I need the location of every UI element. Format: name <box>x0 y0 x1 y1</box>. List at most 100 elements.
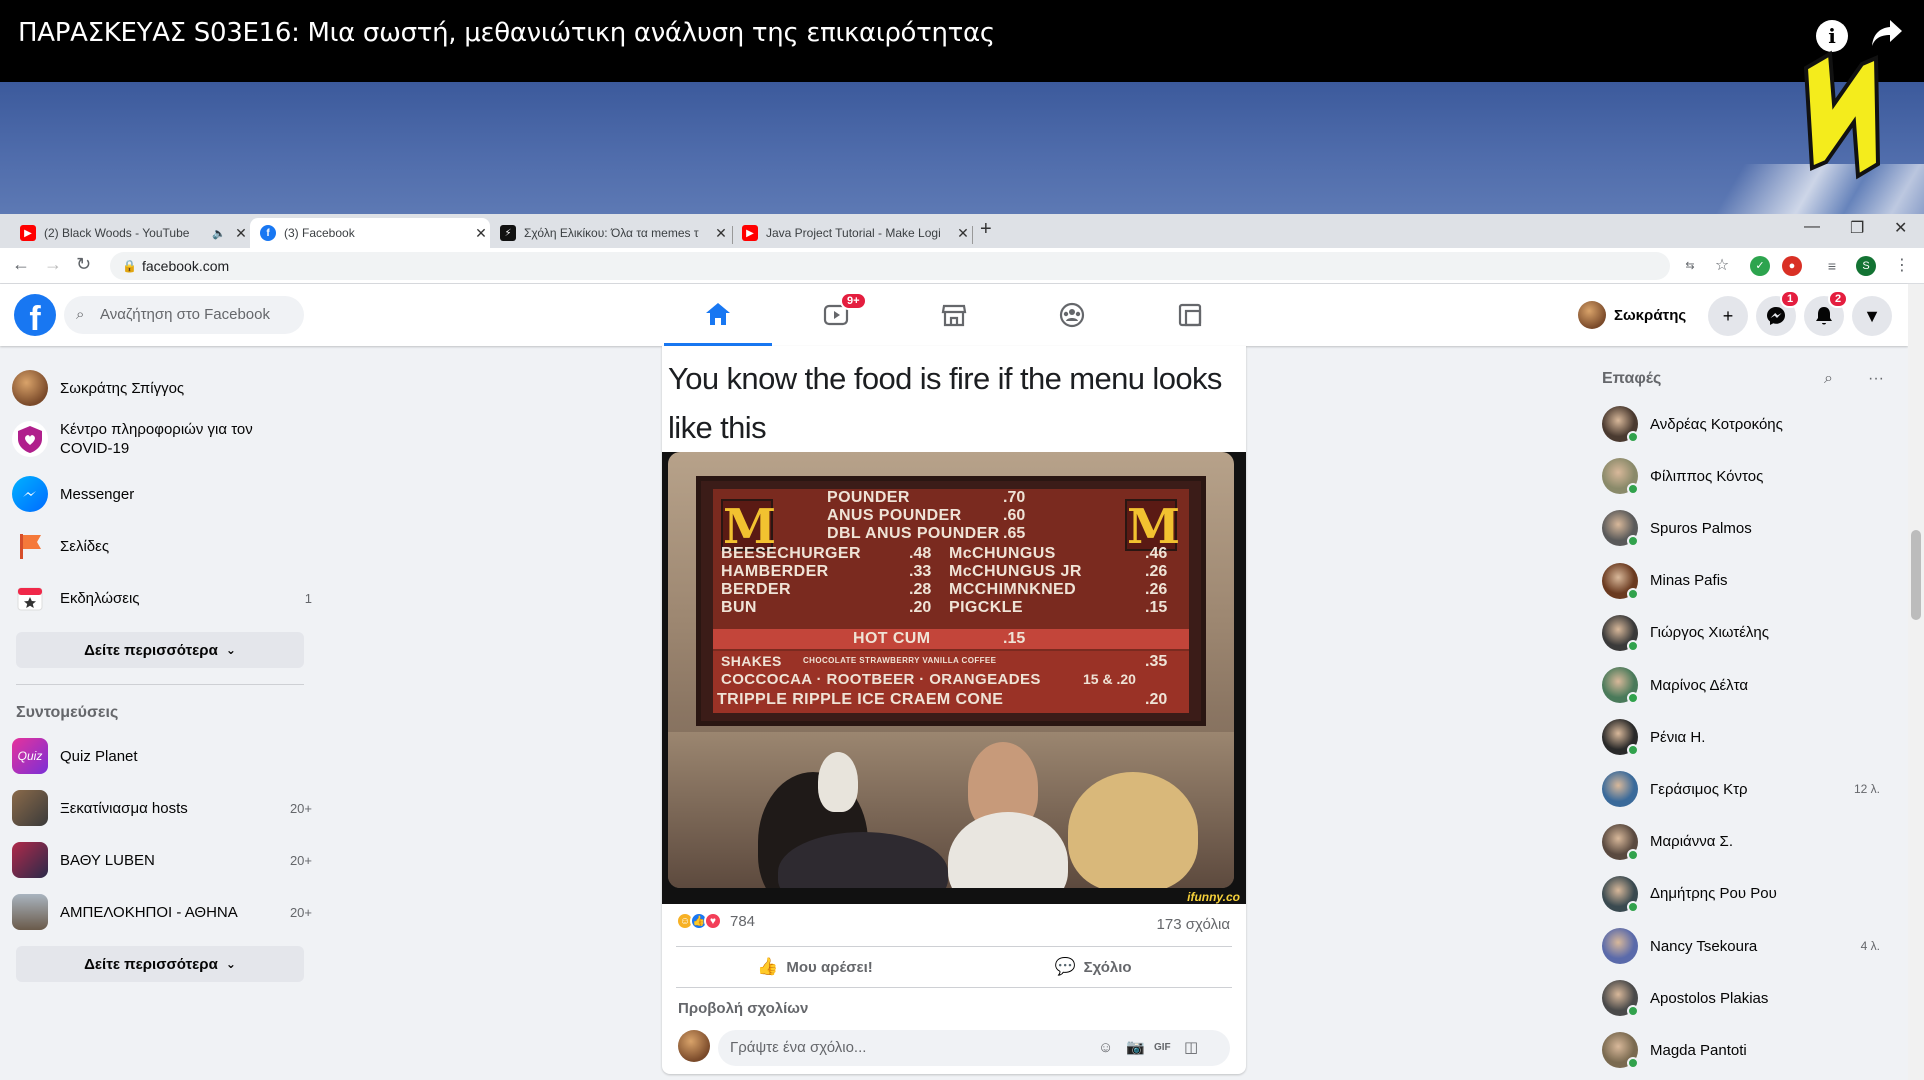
facebook-favicon-icon: f <box>260 225 276 241</box>
watermark: ifunny.co <box>1187 890 1240 904</box>
tab-java-tutorial[interactable]: ▶ Java Project Tutorial - Make Logi ✕ <box>732 218 972 248</box>
forward-icon[interactable]: → <box>44 254 62 275</box>
create-plus-icon[interactable]: + <box>1708 296 1748 336</box>
contact-item[interactable]: Γιώργος Χιωτέλης <box>1602 613 1902 653</box>
tab-youtube-black-woods[interactable]: ▶ (2) Black Woods - YouTube 🔈 ✕ <box>10 218 250 248</box>
events-calendar-icon <box>12 580 48 616</box>
close-tab-icon[interactable]: ✕ <box>232 225 250 242</box>
lock-icon[interactable]: 🔒 <box>122 252 137 280</box>
tab-gaming[interactable] <box>1136 284 1244 346</box>
online-status-icon <box>1627 587 1639 600</box>
gif-icon[interactable]: GIF <box>1154 1030 1171 1066</box>
comment-composer: Γράψτε ένα σχόλιο... ☺ 📷 GIF ◫ <box>678 1028 1234 1066</box>
close-tab-icon[interactable]: ✕ <box>472 225 490 242</box>
browser-menu-icon[interactable]: ⋮ <box>1892 256 1912 276</box>
sidebar-item-events[interactable]: Εκδηλώσεις 1 <box>12 580 312 616</box>
notifications-bell-icon[interactable]: 2 <box>1804 290 1849 336</box>
minimize-button[interactable]: — <box>1804 218 1820 236</box>
camera-icon[interactable]: 📷 <box>1126 1030 1145 1066</box>
search-input[interactable]: ⌕ Αναζήτηση στο Facebook <box>64 296 304 334</box>
contact-item[interactable]: Φίλιππος Κόντος <box>1602 456 1902 496</box>
channel-logo-icon <box>1803 50 1881 180</box>
like-button[interactable]: 👍 Μου αρέσει! <box>676 947 954 987</box>
contact-item[interactable]: Μαριάννα Σ. <box>1602 822 1902 862</box>
sticker-icon[interactable]: ◫ <box>1184 1030 1198 1066</box>
scrollbar-thumb[interactable] <box>1911 530 1921 620</box>
tab-watch[interactable]: 9+ <box>782 284 890 346</box>
tab-marketplace[interactable] <box>900 284 1008 346</box>
reactions-summary[interactable]: ☺ 👍 ♥ 784 <box>676 912 755 930</box>
comment-input[interactable]: Γράψτε ένα σχόλιο... ☺ 📷 GIF ◫ <box>718 1030 1230 1066</box>
contact-item[interactable]: Minas Pafis <box>1602 561 1902 601</box>
view-comments-link[interactable]: Προβολή σχολίων <box>678 1000 808 1017</box>
menu-price: 15 & .20 <box>1083 671 1136 687</box>
shortcut-group-ampelokipoi[interactable]: ΑΜΠΕΛΟΚΗΠΟΙ - ΑΘΗΝΑ 20+ <box>12 894 312 930</box>
meme-image[interactable]: M M POUNDER ANUS POUNDER DBL ANUS POUNDE… <box>662 452 1246 904</box>
close-tab-icon[interactable]: ✕ <box>712 225 730 242</box>
menu-item: BEESECHURGER <box>721 545 861 562</box>
profile-avatar[interactable]: S <box>1856 256 1876 276</box>
sidebar-item-label: Σωκράτης Σπίγγος <box>60 379 185 397</box>
messenger-icon[interactable]: 1 <box>1756 290 1801 336</box>
sidebar-item-profile[interactable]: Σωκράτης Σπίγγος <box>12 370 312 406</box>
contact-item[interactable]: Ρένια Η. <box>1602 717 1902 757</box>
contacts-title: Επαφές <box>1602 370 1662 387</box>
url-field[interactable]: 🔒 facebook.com <box>110 252 1670 280</box>
tab-groups[interactable] <box>1018 284 1126 346</box>
page-scrollbar[interactable] <box>1908 284 1924 1080</box>
extension-stop-icon[interactable]: ● <box>1782 256 1802 276</box>
audio-icon[interactable]: 🔈 <box>212 227 226 240</box>
shortcut-quiz-planet[interactable]: Quiz Quiz Planet <box>12 738 312 774</box>
emoji-icon[interactable]: ☺ <box>1098 1030 1113 1066</box>
contact-item[interactable]: Γεράσιμος Κτρ 12 λ. <box>1602 769 1902 809</box>
contact-item[interactable]: Ανδρέας Κοτροκόης <box>1602 404 1902 444</box>
see-more-label: Δείτε περισσότερα <box>84 955 218 973</box>
sidebar-item-pages[interactable]: Σελίδες <box>12 528 312 564</box>
shortcut-label: Ξεκατίνιασμα hosts <box>60 799 188 817</box>
avatar <box>12 370 48 406</box>
last-active-time: 4 λ. <box>1860 939 1880 953</box>
tab-memes[interactable]: ⚡ Σχόλη Ελικίκου: Όλα τα memes τ ✕ <box>490 218 730 248</box>
contact-item[interactable]: Spuros Palmos <box>1602 508 1902 548</box>
facebook-logo-icon[interactable]: f <box>14 294 56 336</box>
shortcut-group-luben[interactable]: ΒΑΘΥ LUBEN 20+ <box>12 842 312 878</box>
restore-button[interactable]: ❐ <box>1850 218 1864 238</box>
contact-item[interactable]: Δημήτρης Ρου Ρου <box>1602 874 1902 914</box>
see-more-shortcuts-button[interactable]: Δείτε περισσότερα ⌄ <box>16 946 304 982</box>
media-control-icon[interactable]: ≡ <box>1822 256 1842 276</box>
contact-item[interactable]: Magda Pantoti <box>1602 1030 1902 1070</box>
contact-name: Minas Pafis <box>1650 572 1728 590</box>
sidebar-item-messenger[interactable]: Messenger <box>12 476 312 512</box>
close-tab-icon[interactable]: ✕ <box>954 225 972 242</box>
post-action-bar: 👍 Μου αρέσει! 💬 Σχόλιο <box>676 946 1232 988</box>
contact-item[interactable]: Apostolos Plakias <box>1602 978 1902 1018</box>
youtube-icon: ▶ <box>742 225 758 241</box>
video-title-bar: ΠΑΡΑΣΚΕΥΑΣ S03E16: Μια σωστή, μεθανιώτικ… <box>0 0 1924 82</box>
bookmark-star-icon[interactable]: ☆ <box>1712 256 1732 276</box>
marketplace-icon <box>941 304 967 327</box>
extension-shield-icon[interactable]: ✓ <box>1750 256 1770 276</box>
messenger-badge: 1 <box>1780 290 1801 308</box>
comment-button[interactable]: 💬 Σχόλιο <box>954 947 1232 987</box>
account-menu-chevron-icon[interactable]: ▼ <box>1852 296 1892 336</box>
tab-home[interactable] <box>664 284 772 346</box>
online-status-icon <box>1627 431 1639 443</box>
contact-item[interactable]: Μαρίνος Δέλτα <box>1602 665 1902 705</box>
close-window-button[interactable]: ✕ <box>1894 218 1907 238</box>
menu-price: .60 <box>1003 507 1026 524</box>
more-options-icon[interactable]: ··· <box>1868 370 1884 388</box>
menu-item: HAMBERDER <box>721 563 829 580</box>
translate-icon[interactable]: ⇆ <box>1680 256 1700 276</box>
reload-icon[interactable]: ↻ <box>76 254 91 275</box>
comments-count[interactable]: 173 σχόλια <box>1157 916 1230 933</box>
tab-facebook[interactable]: f (3) Facebook ✕ <box>250 218 490 248</box>
search-icon[interactable]: ⌕ <box>1824 370 1833 388</box>
contact-item[interactable]: Nancy Tsekoura 4 λ. <box>1602 926 1902 966</box>
see-more-button[interactable]: Δείτε περισσότερα ⌄ <box>16 632 304 668</box>
profile-button[interactable]: Σωκράτης <box>1578 296 1686 334</box>
back-icon[interactable]: ← <box>12 254 30 275</box>
shortcut-group-hosts[interactable]: Ξεκατίνιασμα hosts 20+ <box>12 790 312 826</box>
new-tab-button[interactable]: + <box>980 218 992 241</box>
menu-board: M M POUNDER ANUS POUNDER DBL ANUS POUNDE… <box>696 476 1206 726</box>
sidebar-item-covid[interactable]: Κέντρο πληροφοριών για τον COVID-19 <box>12 420 312 458</box>
